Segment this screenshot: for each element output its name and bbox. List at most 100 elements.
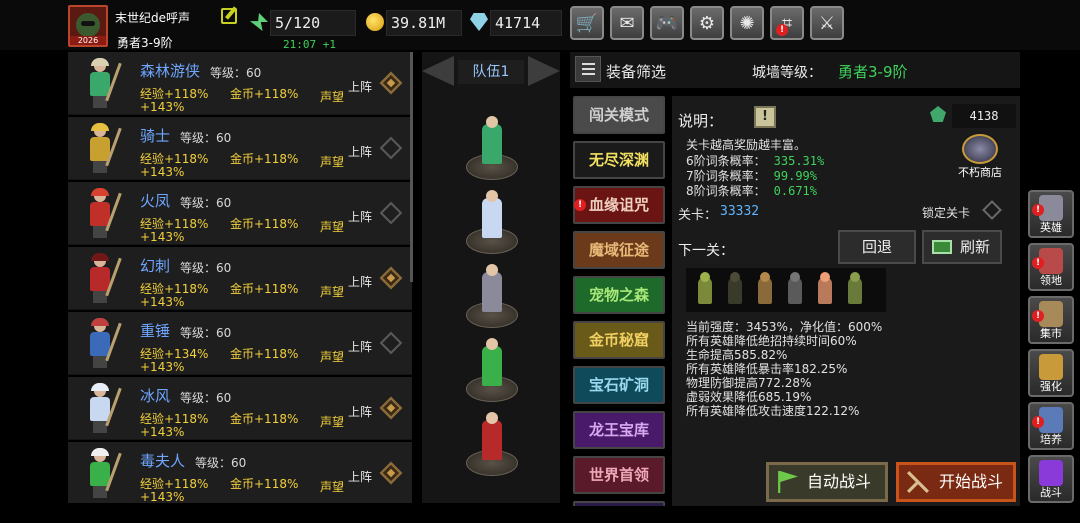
team-slot[interactable] [464,412,520,476]
side-nav-label: 培养 [1040,433,1062,446]
mode-label: 金币秘窟 [588,331,649,349]
mail-icon: ✉ [619,12,635,34]
team-slot[interactable] [464,116,520,180]
mode-button[interactable]: 龙王宝库 [573,411,665,449]
settings-button[interactable]: ⚙ [690,6,724,40]
side-nav-button[interactable]: 英雄! [1028,190,1074,238]
color-wheel-button[interactable]: ✺ [730,6,764,40]
team-slot[interactable] [464,190,520,254]
hero-row[interactable]: 重锤 等级：60 经验+134% 金币+118% 声望 +143% 上阵 [68,312,412,375]
side-nav-button[interactable]: 强化 [1028,349,1074,397]
equipment-filter-label[interactable]: 装备筛选 [606,61,666,82]
tip-icon[interactable]: ! [754,106,776,128]
enemy-preview [686,268,886,312]
mode-label: 世界首领 [588,466,649,484]
side-nav-icon [1039,460,1063,486]
mode-button[interactable]: 无尽深渊 [573,141,665,179]
mode-button[interactable]: 宠物之森 [573,276,665,314]
team-next-arrow-icon[interactable] [528,56,560,86]
shop-cart-button[interactable]: 🛒 [570,6,604,40]
deploy-toggle[interactable] [379,461,403,485]
hero-reputation-label: 声望 [320,90,345,104]
mode-button[interactable]: 血缘诅咒! [573,186,665,224]
locked-feature-button-2[interactable]: ⚔ [810,6,844,40]
mode-button[interactable]: 世界首领 [573,456,665,494]
stage-stat-line: 所有英雄降低攻击速度122.12% [686,404,860,418]
side-nav-button[interactable]: 集市! [1028,296,1074,344]
hero-reputation-bonus: +143% [140,100,185,114]
hero-row[interactable]: 毒夫人 等级：60 经验+118% 金币+118% 声望 +143% 上阵 [68,442,412,503]
mode-button[interactable]: 魔域征途 [573,231,665,269]
team-panel: 队伍1 [422,52,560,503]
hero-level: 等级：60 [180,196,232,210]
green-gem-icon [930,106,946,122]
slot-hero-figure [482,116,502,164]
description-text: 关卡越高奖励越丰富。 [686,138,807,152]
team-header: 队伍1 [422,52,560,88]
hero-reputation-label: 声望 [320,350,345,364]
side-nav-button[interactable]: 领地! [1028,243,1074,291]
team-slot[interactable] [464,264,520,328]
gem-counter: 41714 [490,10,562,36]
mode-label: 宠物之森 [588,286,649,304]
lock-stage-toggle[interactable] [982,200,1002,220]
hero-row[interactable]: 冰风 等级：60 经验+118% 金币+118% 声望 +143% 上阵 [68,377,412,440]
mode-label: 无尽深渊 [588,151,649,169]
side-nav-button[interactable]: 培养! [1028,402,1074,450]
hero-row[interactable]: 火凤 等级：60 经验+118% 金币+118% 声望 +143% 上阵 [68,182,412,245]
energy-counter: 5/120 [270,10,356,36]
team-slot[interactable] [464,338,520,402]
alert-badge: ! [1032,416,1044,428]
hero-row[interactable]: 骑士 等级：60 经验+118% 金币+118% 声望 +143% 上阵 [68,117,412,180]
hero-deploy-label: 上阵 [348,275,373,289]
locked-feature-button-1[interactable]: ⌗! [770,6,804,40]
hero-gold-bonus: 金币+118% [230,217,299,231]
hero-row[interactable]: 森林游侠 等级：60 经验+118% 金币+118% 声望 +143% 上阵 [68,52,412,115]
mode-button[interactable]: 苦痛长廊 [573,501,665,506]
color-wheel-icon: ✺ [739,12,755,34]
side-nav-label: 战斗 [1040,486,1062,499]
deploy-toggle[interactable] [379,201,403,225]
hero-list-scrollbar[interactable] [410,52,413,282]
back-button[interactable]: 回退 [838,230,916,264]
hero-gold-bonus: 金币+118% [230,412,299,426]
filter-bar: 装备筛选 城墙等级： 勇者3-9阶 [570,52,1020,88]
immortal-shop-label[interactable]: 不朽商店 [958,164,1002,180]
gem-icon [470,13,488,31]
deploy-toggle[interactable] [379,266,403,290]
gamepad-button[interactable]: 🎮 [650,6,684,40]
hero-level: 等级：60 [180,131,232,145]
mode-button[interactable]: 宝石矿洞 [573,366,665,404]
team-prev-arrow-icon[interactable] [422,56,454,86]
hero-row[interactable]: 幻刺 等级：60 经验+118% 金币+118% 声望 +143% 上阵 [68,247,412,310]
refresh-icon [932,240,952,254]
mode-button[interactable]: 闯关模式 [573,96,665,134]
mode-button[interactable]: 金币秘窟 [573,321,665,359]
deploy-toggle[interactable] [379,71,403,95]
hero-deploy-label: 上阵 [348,405,373,419]
affix-rate-label: 8阶词条概率： [686,184,766,198]
top-bar: 2026 末世纪de呼声 勇者3-9阶 5/120 21:07 +1 39.81… [0,0,1080,51]
edit-name-icon[interactable] [221,8,237,24]
deploy-toggle[interactable] [379,396,403,420]
deploy-toggle[interactable] [379,136,403,160]
hero-gold-bonus: 金币+118% [230,87,299,101]
player-avatar[interactable]: 2026 [68,5,108,47]
deploy-toggle[interactable] [379,331,403,355]
start-battle-button[interactable]: 开始战斗 [896,462,1016,502]
side-nav-button[interactable]: 战斗 [1028,455,1074,503]
slot-hero-figure [482,412,502,460]
immortal-shop-icon[interactable] [962,134,998,164]
hero-level: 等级：60 [180,391,232,405]
refresh-button[interactable]: 刷新 [922,230,1002,264]
hero-reputation-bonus: +143% [140,425,185,439]
hero-name: 冰风 [140,387,171,405]
hero-list[interactable]: 森林游侠 等级：60 经验+118% 金币+118% 声望 +143% 上阵 骑士 等级：60 经… [68,52,412,503]
hero-name: 重锤 [140,322,171,340]
alert-badge: ! [1032,204,1044,216]
menu-icon[interactable] [575,56,601,82]
auto-battle-button[interactable]: 自动战斗 [766,462,888,502]
hero-reputation-label: 声望 [320,155,345,169]
hero-level: 等级：60 [210,66,262,80]
mail-button[interactable]: ✉ [610,6,644,40]
